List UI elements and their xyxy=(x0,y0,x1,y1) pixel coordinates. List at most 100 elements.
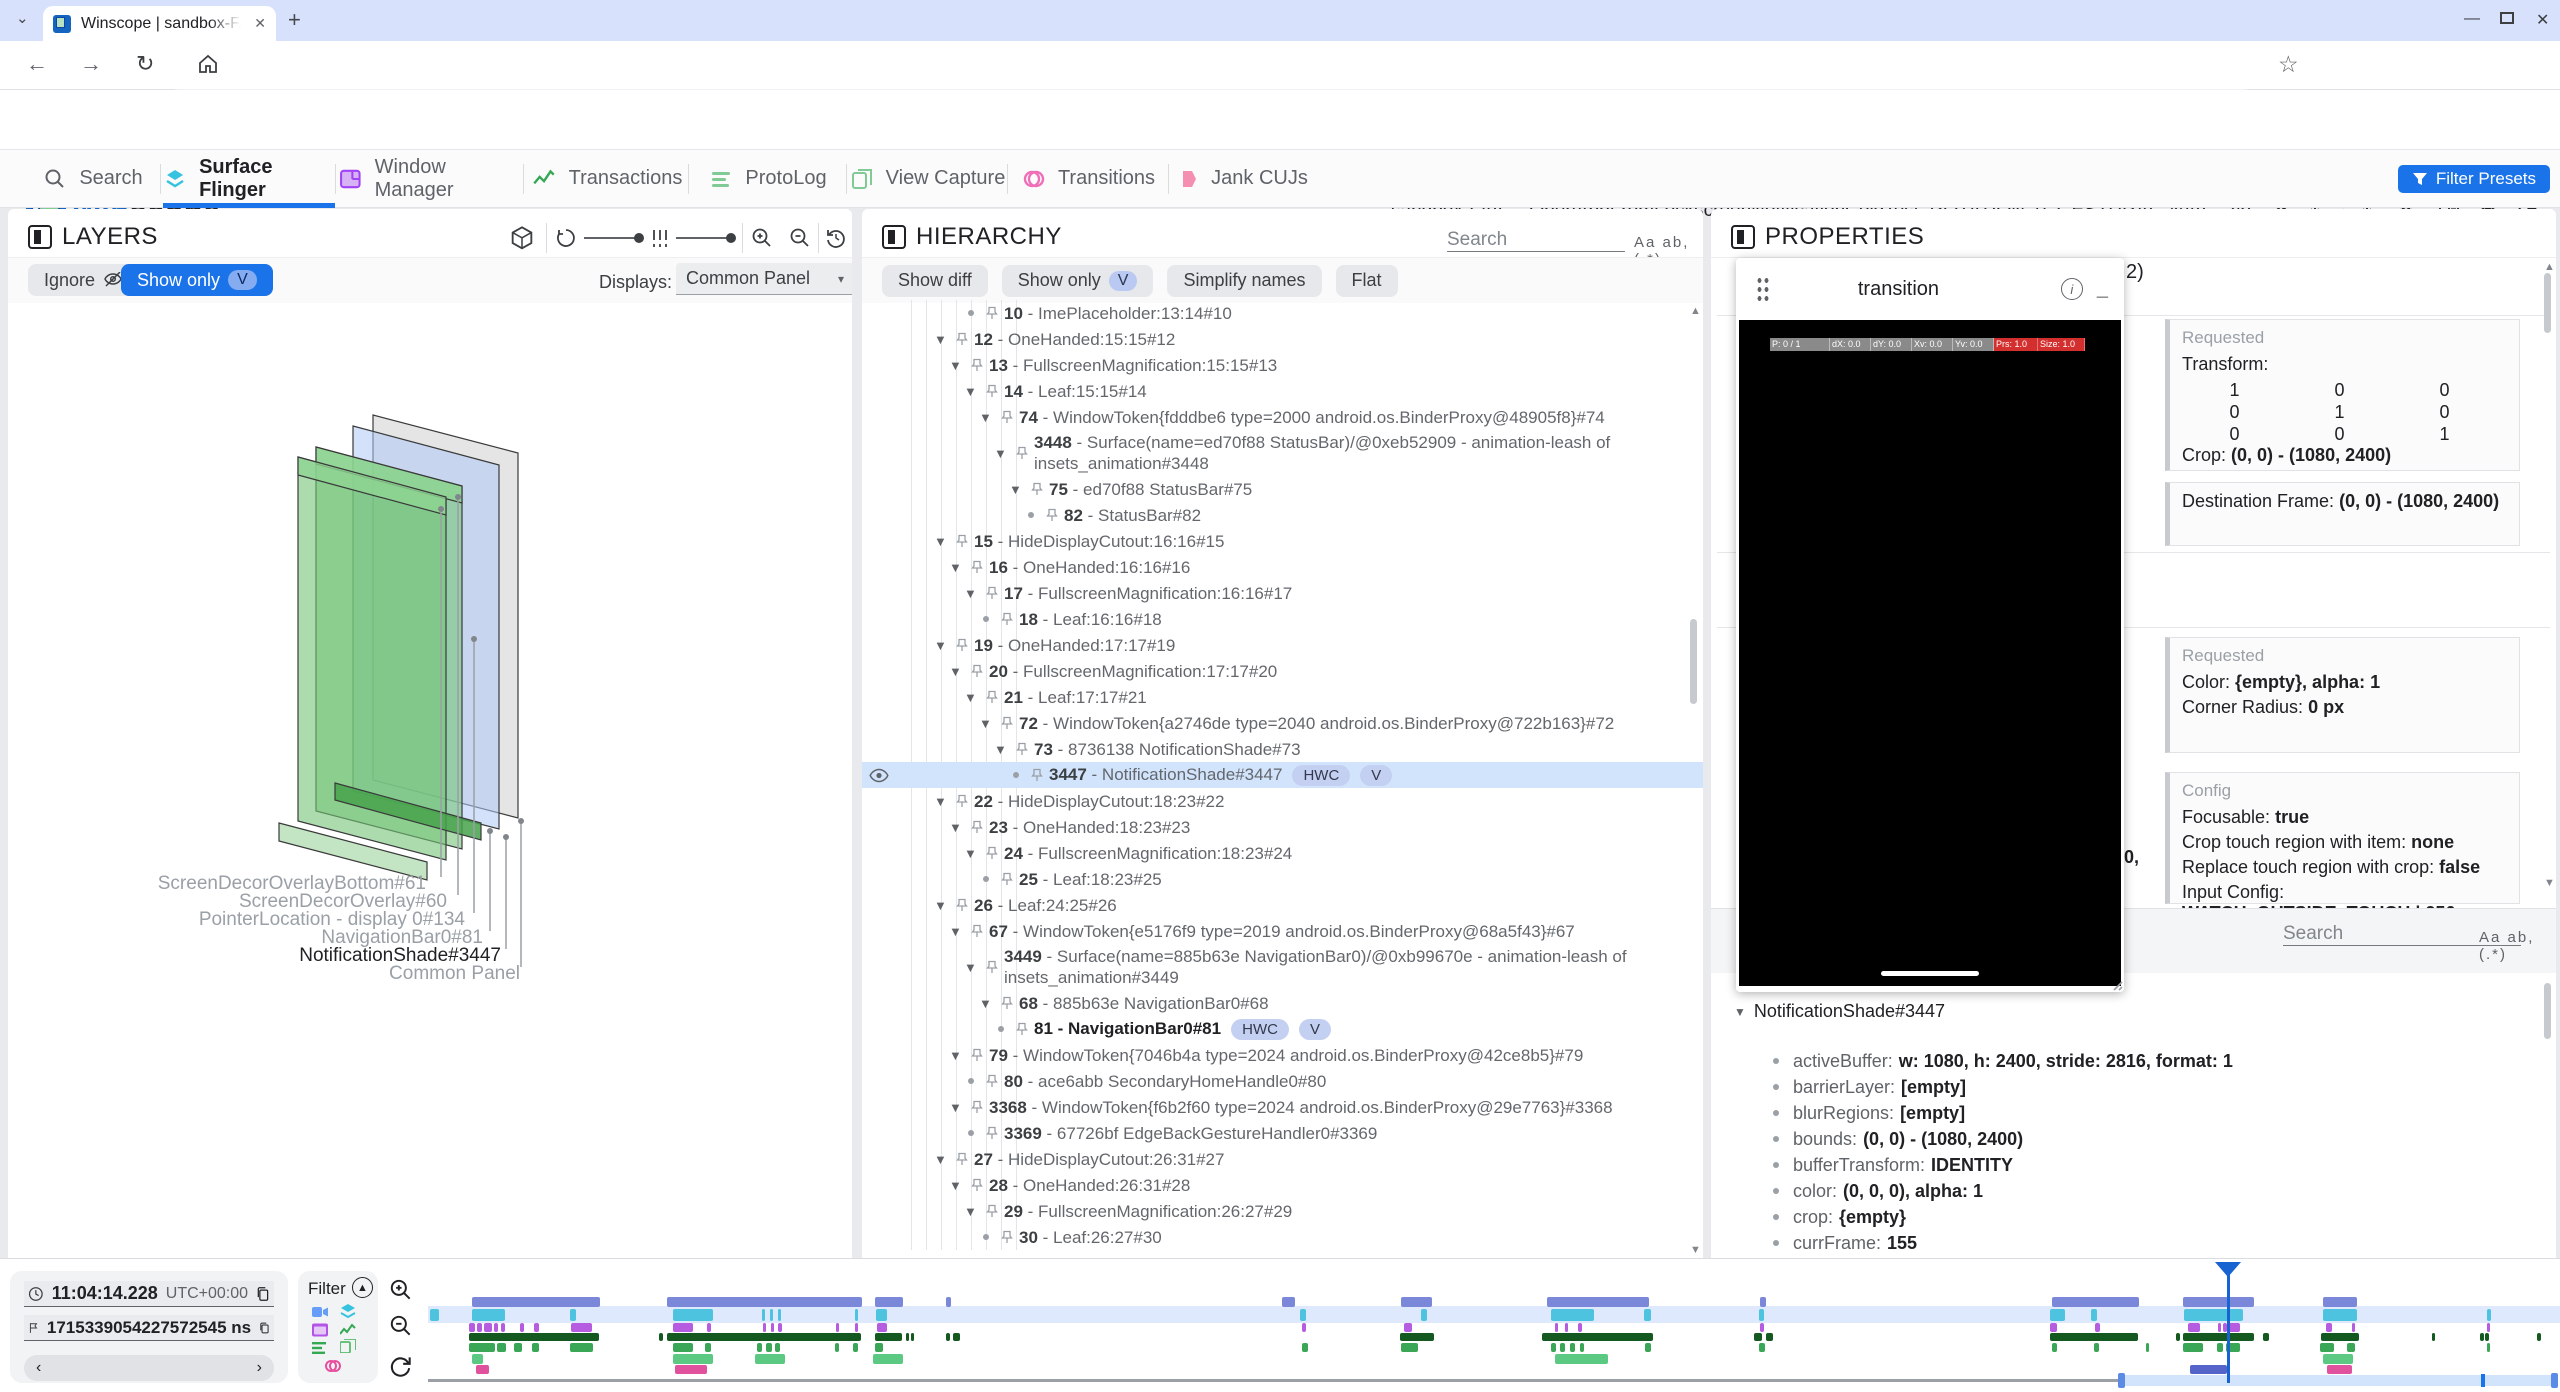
tab-search-chevron-icon[interactable]: ⌄ xyxy=(16,9,29,27)
expand-arrow-icon[interactable]: ▼ xyxy=(949,664,963,679)
trace-segment-wm-transitions[interactable] xyxy=(775,1343,780,1352)
tab-search[interactable]: Search xyxy=(28,150,158,207)
pin-icon[interactable] xyxy=(971,664,983,678)
pin-icon[interactable] xyxy=(1031,768,1043,782)
trace-segment-window-manager[interactable] xyxy=(494,1323,498,1332)
expand-arrow-icon[interactable]: ▼ xyxy=(964,384,978,399)
trace-segment-wm-transitions[interactable] xyxy=(1580,1343,1584,1352)
tree-node-18[interactable]: 18 - Leaf:16:16#18 xyxy=(862,606,1703,632)
trace-segment-protolog[interactable] xyxy=(2263,1333,2269,1341)
tree-node-14[interactable]: ▼14 - Leaf:15:15#14 xyxy=(862,378,1703,404)
trace-segment-transactions[interactable] xyxy=(667,1297,862,1307)
expand-arrow-icon[interactable]: ▼ xyxy=(934,534,948,549)
trace-segment-wm-transitions[interactable] xyxy=(835,1343,839,1352)
window-close-button[interactable]: ✕ xyxy=(2536,10,2549,30)
expand-arrow-icon[interactable]: ▼ xyxy=(934,332,948,347)
properties-scrollbar-thumb[interactable] xyxy=(2544,273,2551,333)
pin-icon[interactable] xyxy=(986,1074,998,1088)
pin-icon[interactable] xyxy=(956,794,968,808)
surface-flinger-filter-icon[interactable] xyxy=(340,1304,356,1318)
trace-segment-window-manager[interactable] xyxy=(836,1323,839,1332)
pin-icon[interactable] xyxy=(971,924,983,938)
transitions-filter-icon[interactable] xyxy=(325,1359,341,1373)
trace-segment-window-manager[interactable] xyxy=(2050,1323,2057,1332)
trace-segment-window-manager[interactable] xyxy=(484,1323,492,1332)
pin-icon[interactable] xyxy=(1016,446,1028,460)
trace-segment-window-manager[interactable] xyxy=(469,1323,475,1332)
trace-segment-protolog[interactable] xyxy=(1754,1333,1762,1341)
range-handle-left[interactable] xyxy=(2118,1373,2125,1388)
trace-segment-wm-transitions[interactable] xyxy=(1570,1343,1575,1352)
trace-segment-surface-flinger[interactable] xyxy=(570,1309,576,1321)
trace-segment-surface-flinger[interactable] xyxy=(1421,1309,1427,1321)
back-button[interactable]: ← xyxy=(26,51,48,77)
tree-node-23[interactable]: ▼23 - OneHanded:18:23#23 xyxy=(862,814,1703,840)
trace-segment-surface-flinger[interactable] xyxy=(762,1309,765,1321)
pin-icon[interactable] xyxy=(986,846,998,860)
trace-segment-surface-flinger[interactable] xyxy=(2184,1309,2243,1321)
trace-segment-surface-flinger[interactable] xyxy=(1644,1309,1651,1321)
tree-node-12[interactable]: ▼12 - OneHanded:15:15#12 xyxy=(862,326,1703,352)
trace-segment-window-manager[interactable] xyxy=(673,1323,693,1332)
transition-overlay-card[interactable]: transition i _ P: 0 / 1dX: 0.0dY: 0.0Xv:… xyxy=(1736,258,2124,992)
trace-segment-wm-transitions[interactable] xyxy=(673,1343,693,1352)
trace-segment-surface-flinger[interactable] xyxy=(2091,1309,2097,1321)
trace-segment-view-capture[interactable] xyxy=(2323,1354,2353,1364)
browser-tab[interactable]: Winscope | sandbox-FAIL ✕ xyxy=(43,6,276,41)
filter-presets-button[interactable]: Filter Presets xyxy=(2398,165,2550,193)
trace-segment-window-manager[interactable] xyxy=(2487,1323,2490,1332)
trace-segment-wm-transitions[interactable] xyxy=(875,1343,883,1352)
tree-node-13[interactable]: ▼13 - FullscreenMagnification:15:15#13 xyxy=(862,352,1703,378)
trace-segment-window-manager[interactable] xyxy=(707,1323,711,1332)
trace-segment-protolog[interactable] xyxy=(953,1333,960,1341)
tree-node-22[interactable]: ▼22 - HideDisplayCutout:18:23#22 xyxy=(862,788,1703,814)
expand-arrow-icon[interactable]: ▼ xyxy=(934,794,948,809)
tree-node-75[interactable]: ▼75 - ed70f88 StatusBar#75 xyxy=(862,476,1703,502)
pin-icon[interactable] xyxy=(956,332,968,346)
trace-segment-surface-flinger[interactable] xyxy=(1759,1309,1764,1321)
trace-segment-transition-active[interactable] xyxy=(2190,1365,2227,1374)
trace-segment-window-manager[interactable] xyxy=(2218,1323,2221,1332)
timeline-zoom-in-icon[interactable] xyxy=(388,1277,414,1303)
screen-recording-filter-icon[interactable] xyxy=(312,1305,328,1319)
trace-segment-view-capture[interactable] xyxy=(755,1354,785,1364)
trace-segment-transactions[interactable] xyxy=(2323,1297,2357,1307)
trace-segment-protolog[interactable] xyxy=(2432,1333,2435,1341)
expand-arrow-icon[interactable]: ▼ xyxy=(964,1204,978,1219)
trace-segment-protolog[interactable] xyxy=(2183,1333,2254,1341)
trace-segment-window-manager[interactable] xyxy=(877,1323,887,1332)
trace-segment-window-manager[interactable] xyxy=(2095,1323,2100,1332)
tree-node-3368[interactable]: ▼3368 - WindowToken{f6b2f60 type=2024 an… xyxy=(862,1094,1703,1120)
tree-node-30[interactable]: 30 - Leaf:26:27#30 xyxy=(862,1224,1703,1250)
trace-segment-surface-flinger[interactable] xyxy=(2050,1309,2065,1321)
pin-icon[interactable] xyxy=(1001,410,1013,424)
pin-icon[interactable] xyxy=(1001,872,1013,886)
tree-node-67[interactable]: ▼67 - WindowToken{e5176f9 type=2019 andr… xyxy=(862,918,1703,944)
scrollbar-down-arrow[interactable]: ▼ xyxy=(1690,1244,1701,1256)
window-manager-filter-icon[interactable] xyxy=(312,1323,328,1337)
trace-segment-surface-flinger[interactable] xyxy=(778,1309,781,1321)
expand-arrow-icon[interactable]: ▼ xyxy=(949,560,963,575)
trace-segment-protolog[interactable] xyxy=(469,1333,599,1341)
trace-segment-surface-flinger[interactable] xyxy=(2487,1309,2491,1321)
pin-icon[interactable] xyxy=(956,534,968,548)
trace-segment-view-capture[interactable] xyxy=(873,1354,903,1364)
pin-icon[interactable] xyxy=(956,638,968,652)
reload-button[interactable]: ↻ xyxy=(136,51,154,77)
trace-segment-transactions[interactable] xyxy=(1282,1297,1295,1307)
ns-timestamp-value[interactable]: 1715339054227572545 ns xyxy=(47,1318,251,1338)
expand-arrow-icon[interactable]: ▼ xyxy=(964,586,978,601)
trace-segment-wm-transitions[interactable] xyxy=(757,1343,762,1352)
trace-segment-wm-transitions[interactable] xyxy=(514,1343,522,1352)
pin-icon[interactable] xyxy=(971,358,983,372)
trace-segment-wm-transitions[interactable] xyxy=(2347,1343,2355,1352)
pin-icon[interactable] xyxy=(986,306,998,320)
tree-node-25[interactable]: 25 - Leaf:18:23#25 xyxy=(862,866,1703,892)
trace-segment-surface-flinger[interactable] xyxy=(770,1309,773,1321)
forward-button[interactable]: → xyxy=(80,51,102,77)
trace-segment-wm-transitions[interactable] xyxy=(705,1343,711,1352)
tab-transitions[interactable]: Transitions xyxy=(1010,150,1167,207)
trace-segment-wm-transitions[interactable] xyxy=(853,1343,858,1352)
copy-icon[interactable] xyxy=(259,1319,270,1337)
trace-segment-wm-transitions[interactable] xyxy=(766,1343,772,1352)
